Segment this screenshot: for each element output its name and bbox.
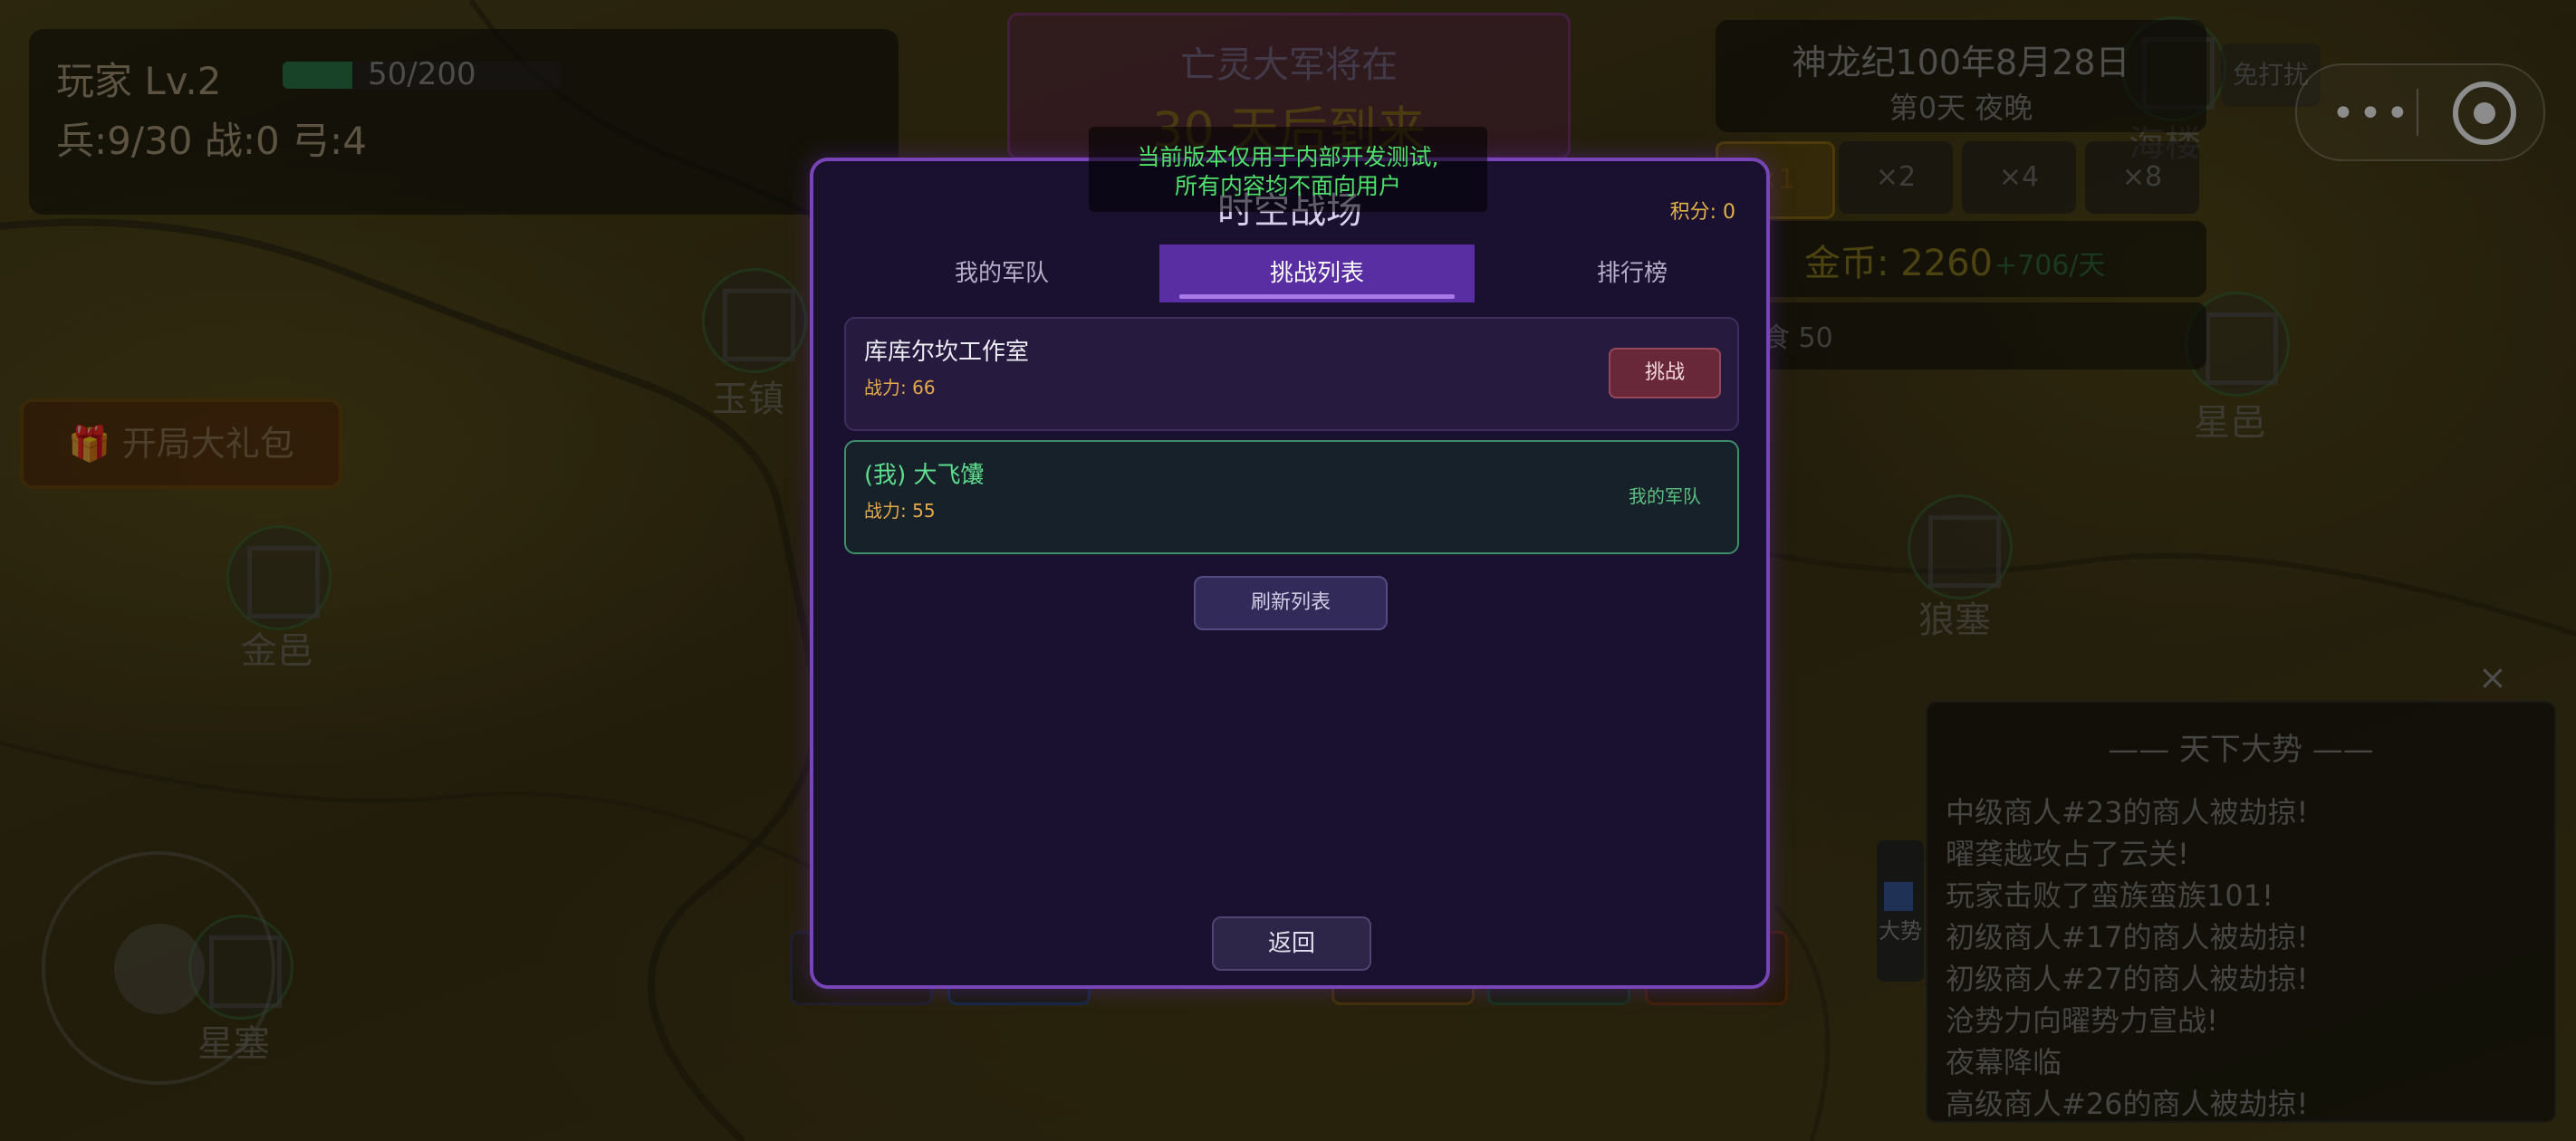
tab-challenge-list-label: 挑战列表 (1269, 260, 1364, 287)
time-battlefield-modal: 时空战场 积分: 0 我的军队 挑战列表 排行榜 库库尔坎工作室 战力: 66 … (810, 158, 1770, 989)
return-button[interactable]: 返回 (1212, 916, 1371, 971)
opponent-power: 战力: 66 (864, 377, 936, 398)
my-army-tag: 我的军队 (1629, 485, 1701, 507)
my-army-power: 战力: 55 (864, 500, 936, 522)
my-army-name: (我) 大飞馕 (864, 462, 985, 489)
tab-challenge-list[interactable]: 挑战列表 (1159, 244, 1475, 302)
challenge-button[interactable]: 挑战 (1609, 348, 1721, 398)
notice-line2: 所有内容均不面向用户 (1174, 173, 1401, 199)
dev-test-notice: 当前版本仅用于内部开发测试, 所有内容均不面向用户 (1089, 127, 1487, 212)
modal-tabs: 我的军队 挑战列表 排行榜 (844, 244, 1735, 302)
tab-leaderboard[interactable]: 排行榜 (1475, 244, 1790, 302)
refresh-list-button[interactable]: 刷新列表 (1194, 576, 1388, 630)
notice-line1: 当前版本仅用于内部开发测试, (1137, 144, 1439, 170)
opponent-name: 库库尔坎工作室 (864, 339, 1030, 366)
score-display: 积分: 0 (1669, 201, 1735, 224)
my-entry: (我) 大飞馕 战力: 55 我的军队 (844, 440, 1739, 554)
active-tab-indicator (1179, 294, 1455, 299)
challenge-entry: 库库尔坎工作室 战力: 66 挑战 (844, 317, 1739, 431)
tab-my-army[interactable]: 我的军队 (844, 244, 1159, 302)
